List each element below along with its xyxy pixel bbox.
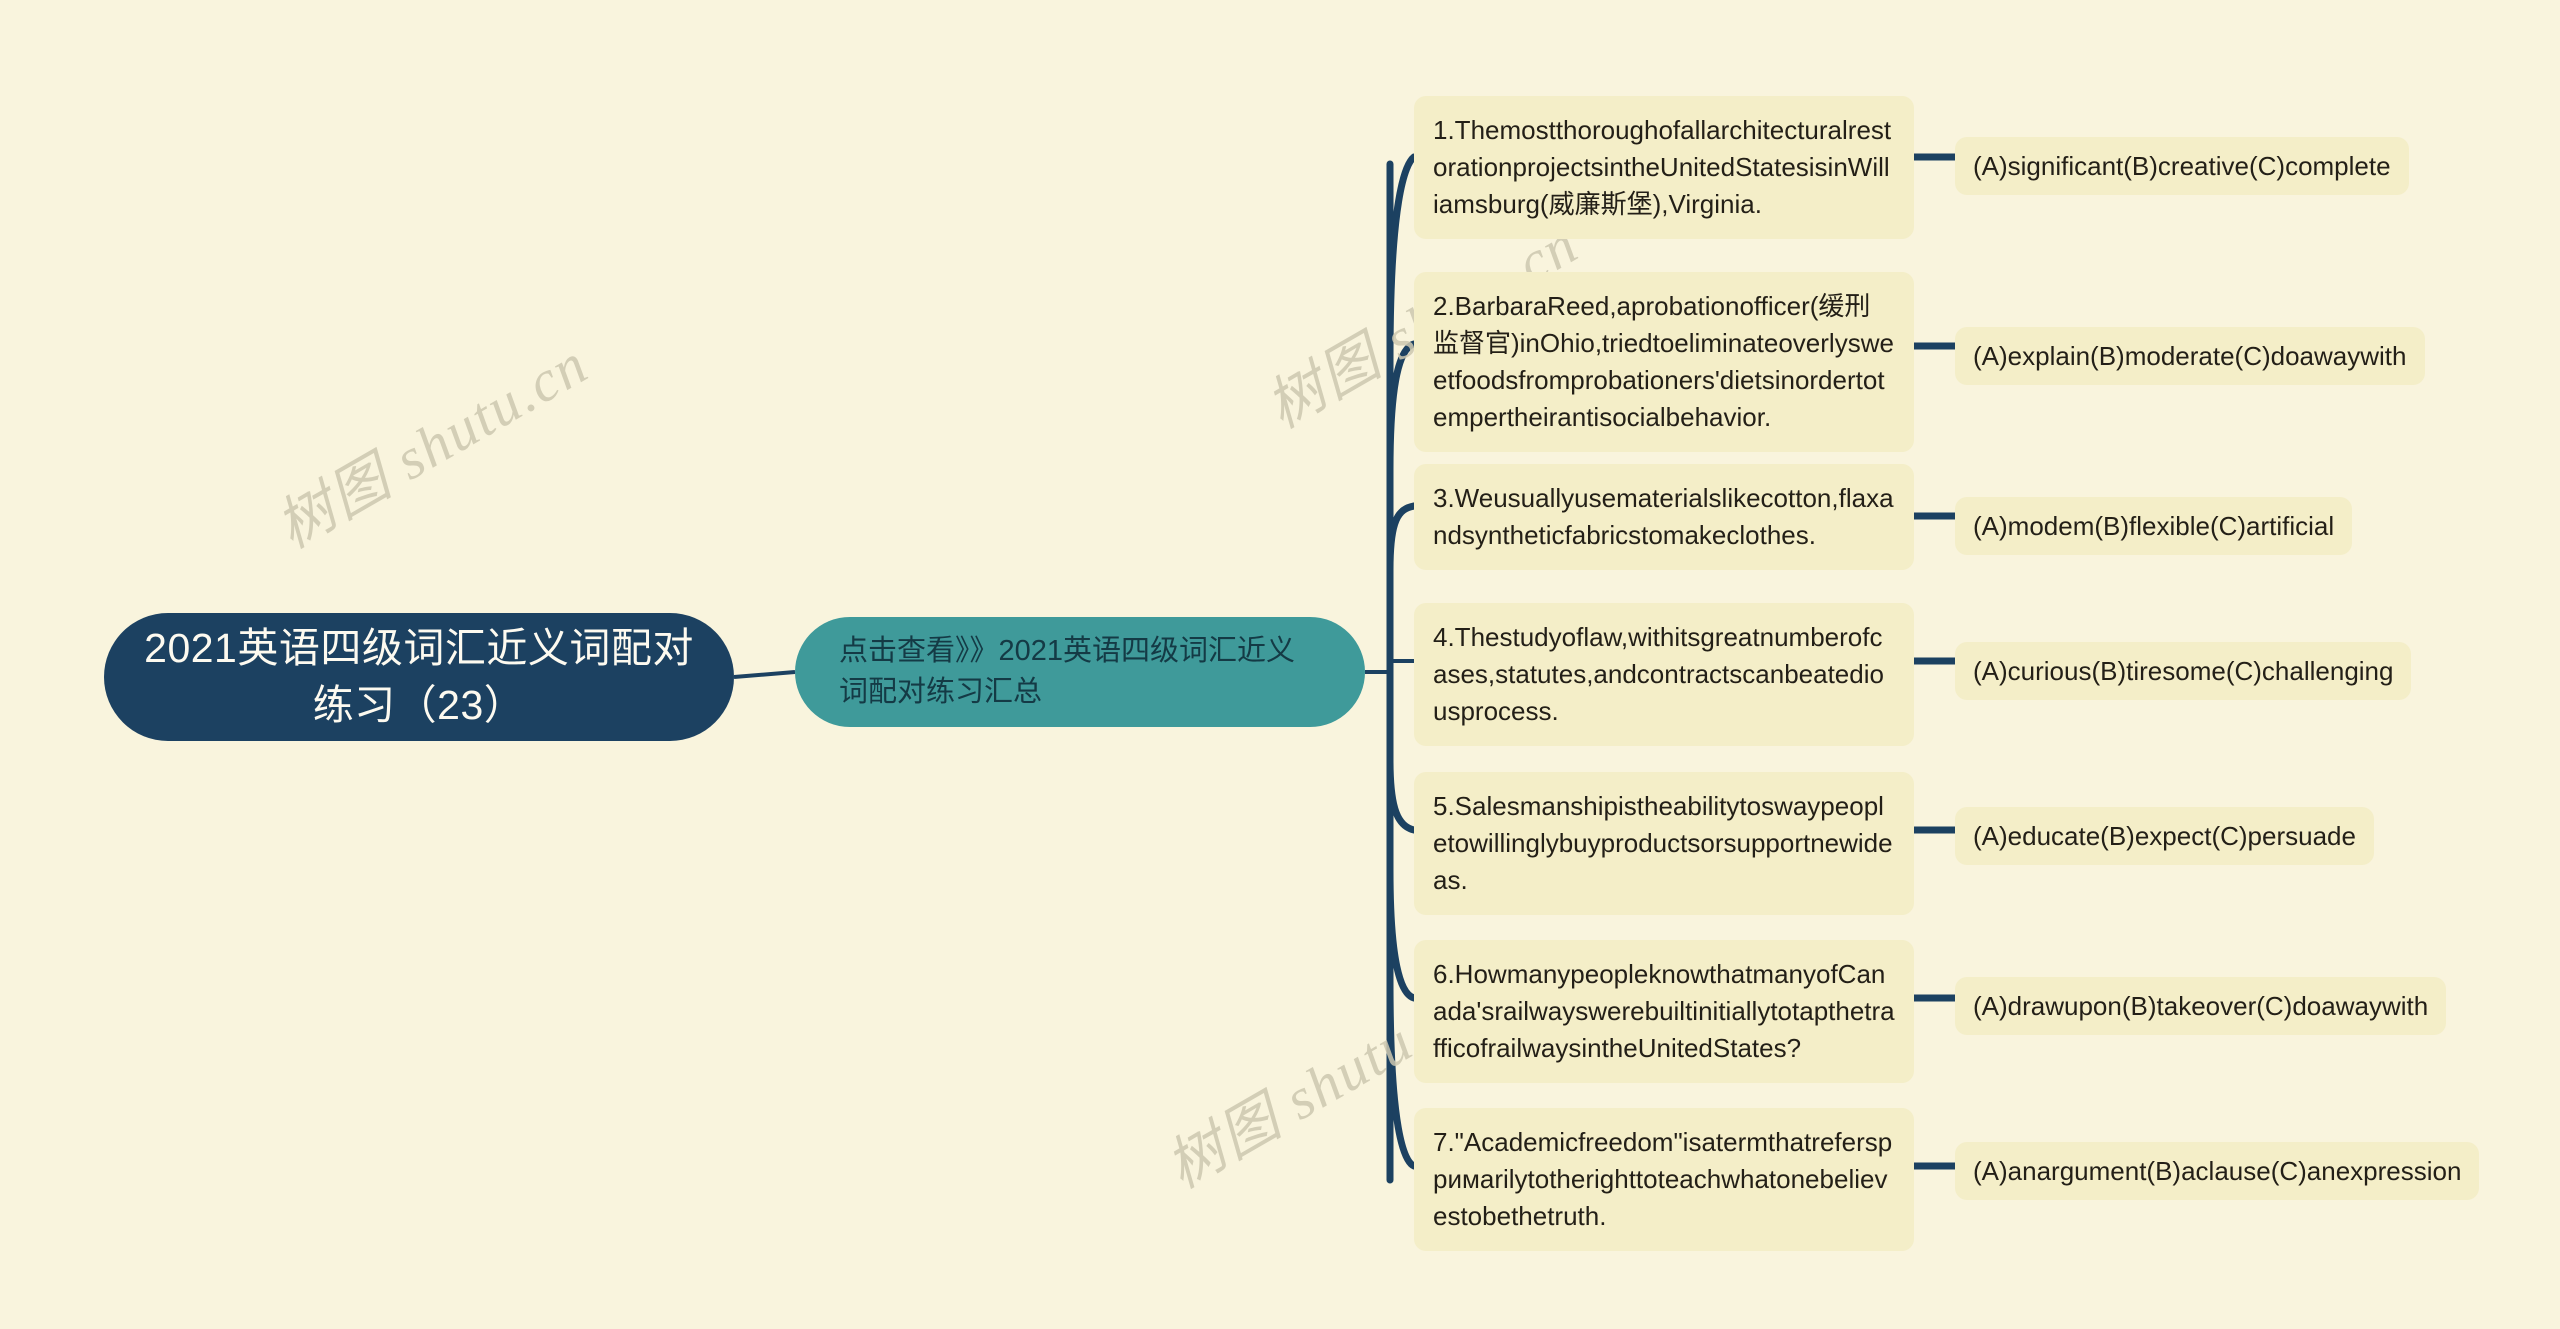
option-node[interactable]: (A)explain(B)moderate(C)doawaywith xyxy=(1955,327,2425,386)
option-text: (A)anargument(B)aclause(C)anexpression xyxy=(1973,1156,2462,1186)
question-node[interactable]: 1.Themostthoroughofallarchitecturalresto… xyxy=(1414,96,1914,239)
branch-node-summary-link[interactable]: 点击查看》》2021英语四级词汇近义词配对练习汇总 xyxy=(795,617,1365,727)
option-text: (A)modem(B)flexible(C)artificial xyxy=(1973,511,2335,541)
option-text: (A)curious(B)tiresome(C)challenging xyxy=(1973,656,2394,686)
question-text: 1.Themostthoroughofallarchitecturalresto… xyxy=(1433,115,1892,219)
connector-spine-to-q2 xyxy=(1386,340,1418,474)
question-node[interactable]: 2.BarbaraReed,aprobationofficer(缓刑监督官)in… xyxy=(1414,272,1914,452)
question-text: 5.Salesmanshipistheabilitytoswaypeopleto… xyxy=(1433,791,1893,895)
option-node[interactable]: (A)curious(B)tiresome(C)challenging xyxy=(1955,642,2412,701)
connector-spine-to-q3 xyxy=(1386,502,1418,574)
connector-root-to-branch xyxy=(733,670,796,679)
mindmap-canvas: 树图 shutu.cn 树图 shutu.cn 树图 shutu.cn xyxy=(0,0,2560,1329)
root-node-label: 2021英语四级词汇近义词配对练习（23） xyxy=(144,625,694,728)
question-node[interactable]: 6.HowmanypeopleknowthatmanyofCanada'srai… xyxy=(1414,940,1914,1083)
option-text: (A)explain(B)moderate(C)doawaywith xyxy=(1973,341,2407,371)
question-node[interactable]: 4.Thestudyoflaw,withitsgreatnumberofcase… xyxy=(1414,603,1914,746)
connector-spine-to-q7 xyxy=(1386,976,1418,1170)
option-node[interactable]: (A)modem(B)flexible(C)artificial xyxy=(1955,497,2353,556)
option-text: (A)significant(B)creative(C)complete xyxy=(1973,151,2391,181)
question-text: 2.BarbaraReed,aprobationofficer(缓刑监督官)in… xyxy=(1433,291,1894,432)
option-node[interactable]: (A)educate(B)expect(C)persuade xyxy=(1955,807,2374,866)
option-text: (A)drawupon(B)takeover(C)doawaywith xyxy=(1973,991,2429,1021)
connector-spine-to-q1 xyxy=(1386,153,1418,364)
question-node[interactable]: 3.Weusuallyusematerialslikecotton,flaxan… xyxy=(1414,464,1914,570)
question-text: 4.Thestudyoflaw,withitsgreatnumberofcase… xyxy=(1433,622,1884,726)
question-text: 6.HowmanypeopleknowthatmanyofCanada'srai… xyxy=(1433,959,1895,1063)
option-text: (A)educate(B)expect(C)persuade xyxy=(1973,821,2356,851)
root-node[interactable]: 2021英语四级词汇近义词配对练习（23） xyxy=(104,613,734,741)
connector-spine-to-q6 xyxy=(1386,866,1418,1002)
question-node[interactable]: 5.Salesmanshipistheabilitytoswaypeopleto… xyxy=(1414,772,1914,915)
connector-spine-to-q5 xyxy=(1386,756,1418,834)
option-node[interactable]: (A)anargument(B)aclause(C)anexpression xyxy=(1955,1142,2480,1201)
option-node[interactable]: (A)drawupon(B)takeover(C)doawaywith xyxy=(1955,977,2447,1036)
question-text: 3.Weusuallyusematerialslikecotton,flaxan… xyxy=(1433,483,1894,550)
question-text: 7."Academicfreedom"isatermthatreferspрим… xyxy=(1433,1127,1893,1231)
branch-node-label: 点击查看》》2021英语四级词汇近义词配对练习汇总 xyxy=(839,634,1296,708)
question-node[interactable]: 7."Academicfreedom"isatermthatreferspрим… xyxy=(1414,1108,1914,1251)
option-node[interactable]: (A)significant(B)creative(C)complete xyxy=(1955,137,2409,196)
